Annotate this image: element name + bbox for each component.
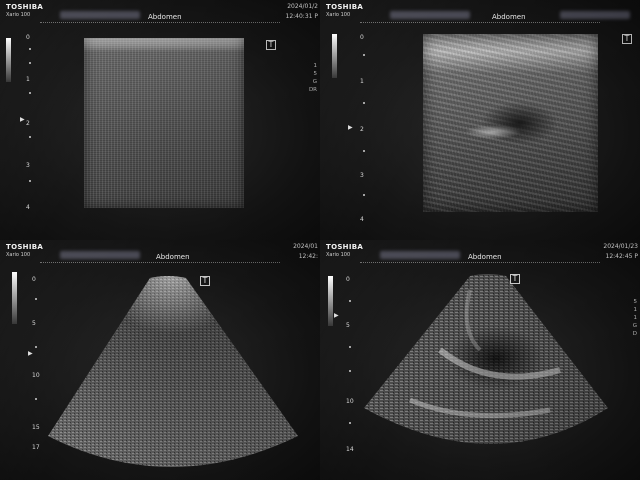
ultrasound-panel-3: TOSHIBA Xario 100 Abdomen 2024/01 12:42:… — [0, 240, 320, 480]
exam-title: Abdomen — [492, 13, 526, 21]
depth-tick: 3 — [360, 172, 364, 179]
side-param: G — [312, 79, 317, 85]
ultrasound-panel-1: TOSHIBA Xario 100 Abdomen 2024/01/2 12:4… — [0, 0, 320, 240]
ultrasound-image — [84, 38, 244, 208]
panel-header: TOSHIBA Xario 100 Abdomen 2024/01/2 12:4… — [0, 0, 320, 22]
focus-marker-icon: ▶ — [348, 124, 353, 131]
top-ruler — [40, 22, 280, 27]
brand-label: TOSHIBA — [326, 3, 364, 11]
model-label: Xario 100 — [6, 12, 31, 18]
depth-tick: 2 — [360, 126, 364, 133]
depth-dot — [363, 54, 365, 56]
depth-tick: 2 — [26, 120, 30, 127]
side-param: DR — [308, 87, 317, 93]
model-label: Xario 100 — [326, 12, 351, 18]
depth-dot — [29, 180, 31, 182]
depth-dot — [363, 102, 365, 104]
depth-dot — [363, 194, 365, 196]
exam-title: Abdomen — [148, 13, 182, 21]
probe-orientation-icon: T — [266, 40, 276, 50]
probe-orientation-icon: T — [200, 276, 210, 286]
depth-tick: 3 — [26, 162, 30, 169]
ultrasound-panel-4: TOSHIBA Xario 100 Abdomen 2024/01/23 12:… — [320, 240, 640, 480]
depth-scale: 0 1 2 3 4 — [360, 34, 380, 223]
depth-dot — [29, 92, 31, 94]
exam-date: 2024/01/2 — [287, 3, 318, 10]
side-param: D — [632, 331, 637, 337]
exam-time: 12:40:31 P — [285, 13, 318, 20]
side-param: 1 — [633, 315, 638, 321]
redacted-patient-info — [60, 11, 140, 19]
depth-dot — [29, 48, 31, 50]
side-param: 5 — [313, 71, 318, 77]
ultrasound-image — [423, 34, 598, 212]
probe-orientation-icon: T — [622, 34, 632, 44]
depth-tick: 1 — [360, 78, 364, 85]
focus-marker-icon: ▶ — [20, 116, 25, 123]
depth-tick: 1 — [26, 76, 30, 83]
depth-tick: 0 — [360, 34, 364, 41]
side-parameters: 1 5 G DR — [309, 62, 317, 94]
depth-tick: 4 — [360, 216, 364, 223]
depth-tick: 4 — [26, 204, 30, 211]
redacted-patient-info — [390, 11, 470, 19]
side-param: 1 — [313, 63, 318, 69]
grayscale-bar — [6, 38, 11, 82]
side-parameters: 5 1 1 G D — [633, 298, 637, 338]
redacted-date-info — [560, 11, 630, 19]
brand-label: TOSHIBA — [6, 3, 44, 11]
depth-tick: 0 — [26, 34, 30, 41]
panel-header: TOSHIBA Xario 100 Abdomen — [320, 0, 640, 22]
depth-dot — [29, 62, 31, 64]
top-ruler — [360, 22, 600, 27]
ultrasound-collage: TOSHIBA Xario 100 Abdomen 2024/01/2 12:4… — [0, 0, 640, 480]
ultrasound-panel-2: TOSHIBA Xario 100 Abdomen 0 1 2 3 4 ▶ T — [320, 0, 640, 240]
probe-orientation-icon: T — [510, 274, 520, 284]
ultrasound-image — [364, 274, 608, 444]
grayscale-bar — [332, 34, 337, 78]
ultrasound-image — [48, 276, 298, 467]
side-param: 5 — [633, 299, 638, 305]
side-param: 1 — [633, 307, 638, 313]
depth-dot — [363, 150, 365, 152]
depth-dot — [29, 136, 31, 138]
depth-scale: 0 1 2 3 4 — [26, 34, 46, 222]
side-param: G — [632, 323, 637, 329]
